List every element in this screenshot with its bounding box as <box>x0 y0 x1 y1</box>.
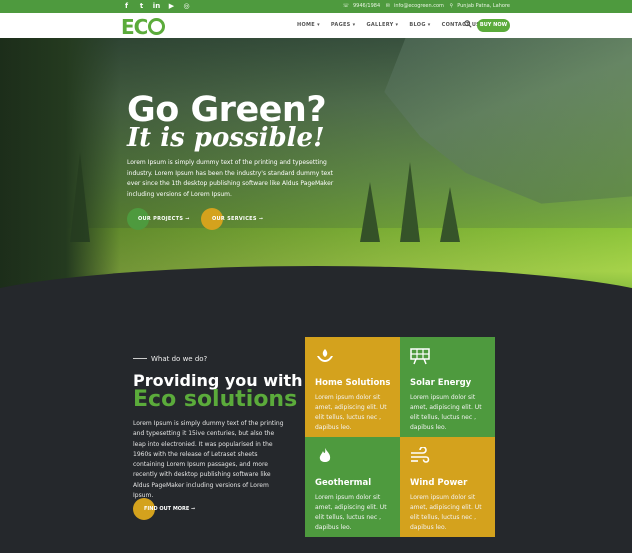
social-links: f t in ▶ ◎ <box>122 2 191 11</box>
linkedin-icon[interactable]: in <box>152 2 161 11</box>
twitter-icon[interactable]: t <box>137 2 146 11</box>
dribbble-icon[interactable]: ◎ <box>182 2 191 11</box>
solar-panel-icon <box>410 348 430 365</box>
card-title: Home Solutions <box>315 378 391 388</box>
main-menu: HOME PAGES GALLERY BLOG CONTACT US <box>297 22 485 28</box>
find-out-more-button[interactable]: FIND OUT MORE ➞ <box>133 498 195 520</box>
youtube-icon[interactable]: ▶ <box>167 2 176 11</box>
card-description: Lorem ipsum dolor sit amet, adipiscing e… <box>410 494 482 531</box>
service-card-solar-energy[interactable]: Solar Energy Lorem ipsum dolor sit amet,… <box>400 337 495 437</box>
phone-icon: ☏ <box>342 3 349 9</box>
our-projects-label: OUR PROJECTS ➞ <box>138 216 190 222</box>
hands-leaf-icon <box>317 349 333 362</box>
wind-icon <box>411 446 430 463</box>
our-projects-button[interactable]: OUR PROJECTS ➞ <box>127 208 190 230</box>
service-card-wind-power[interactable]: Wind Power Lorem ipsum dolor sit amet, a… <box>400 437 495 537</box>
main-navbar: EC HOME PAGES GALLERY BLOG CONTACT US BU… <box>0 13 632 39</box>
find-out-more-label: FIND OUT MORE ➞ <box>144 506 196 512</box>
hero-description: Lorem Ipsum is simply dummy text of the … <box>127 159 334 198</box>
email-address[interactable]: info@ecogreen.com <box>394 3 444 9</box>
card-title: Solar Energy <box>410 378 472 388</box>
our-services-button[interactable]: OUR SERVICES ➞ <box>201 208 263 230</box>
card-description: Lorem ipsum dolor sit amet, adipiscing e… <box>315 394 387 431</box>
service-card-home-solutions[interactable]: Home Solutions Lorem ipsum dolor sit ame… <box>305 337 400 437</box>
hero-subtitle: It is possible! <box>127 123 325 153</box>
search-icon[interactable] <box>464 20 472 28</box>
logo[interactable]: EC <box>121 15 166 39</box>
email-icon: ✉ <box>385 3 390 9</box>
menu-item-blog[interactable]: BLOG <box>409 22 430 28</box>
kicker-line <box>133 358 147 359</box>
card-title: Geothermal <box>315 478 372 488</box>
card-description: Lorem ipsum dolor sit amet, adipiscing e… <box>410 394 482 431</box>
phone-number: 9946/1984 <box>353 3 381 9</box>
location-text: Punjab Patna, Lahore <box>457 3 510 9</box>
card-description: Lorem ipsum dolor sit amet, adipiscing e… <box>315 494 387 531</box>
top-bar: f t in ▶ ◎ ☏ 9946/1984 ✉ info@ecogreen.com… <box>0 0 632 13</box>
facebook-icon[interactable]: f <box>122 2 131 11</box>
menu-item-gallery[interactable]: GALLERY <box>366 22 398 28</box>
location-icon: ⚲ <box>449 3 454 9</box>
menu-item-pages[interactable]: PAGES <box>331 22 356 28</box>
buy-now-button[interactable]: BUY NOW <box>477 19 510 32</box>
our-services-label: OUR SERVICES ➞ <box>212 216 264 222</box>
contact-info: ☏ 9946/1984 ✉ info@ecogreen.com ⚲ Punjab Pa… <box>339 2 510 11</box>
card-title: Wind Power <box>410 478 468 488</box>
menu-item-home[interactable]: HOME <box>297 22 320 28</box>
section-title-highlight: Eco solutions <box>133 387 298 412</box>
section-description: Lorem Ipsum is simply dummy text of the … <box>133 420 284 500</box>
service-card-geothermal[interactable]: Geothermal Lorem ipsum dolor sit amet, a… <box>305 437 400 537</box>
flame-icon <box>319 448 331 462</box>
section-kicker: What do we do? <box>151 355 208 363</box>
